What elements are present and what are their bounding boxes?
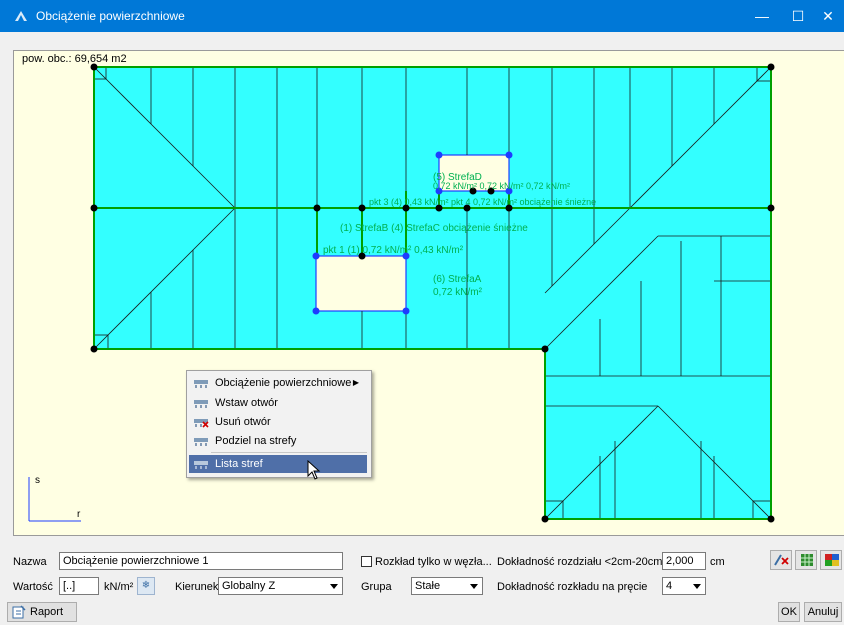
hole-lower	[315, 255, 407, 312]
group-label: Grupa	[361, 581, 392, 593]
zone-label: (6) StrefaA	[433, 274, 482, 285]
close-button[interactable]: ✕	[812, 0, 844, 32]
bar-accuracy-select[interactable]: 4	[662, 577, 706, 595]
zone-list-icon	[194, 461, 208, 469]
zone-label: pkt 3 (4) 0,43 kN/m² pkt 4 0,72 kN/m² ob…	[369, 197, 596, 207]
zone-label: 0,72 kN/m² 0,72 kN/m² 0,72 kN/m²	[433, 181, 570, 191]
group-value: Stałe	[415, 580, 441, 592]
zone-label: 0,72 kN/m²	[433, 287, 483, 298]
menu-item-obciazenie[interactable]: Obciążenie powierzchniowe ▶	[189, 374, 367, 392]
direction-select[interactable]: Globalny Z	[218, 577, 343, 595]
delete-zone-icon	[774, 554, 789, 566]
name-input[interactable]: Obciążenie powierzchniowe 1	[59, 552, 343, 570]
menu-item-usun-otwor[interactable]: Usuń otwór	[189, 413, 367, 431]
window-title: Obciążenie powierzchniowe	[36, 9, 185, 23]
snowflake-button[interactable]: ❄	[137, 577, 155, 595]
mouse-cursor-icon	[307, 460, 321, 480]
chevron-down-icon	[693, 584, 701, 589]
ok-button[interactable]: OK	[778, 602, 800, 622]
context-menu: Obciążenie powierzchniowe ▶ Wstaw otwór …	[186, 370, 372, 478]
table-button[interactable]	[795, 550, 817, 570]
bar-accuracy-label: Dokładność rozkładu na pręcie	[497, 581, 648, 593]
load-icon	[194, 380, 208, 388]
accuracy-label: Dokładność rozdziału <2cm-20cm>	[497, 556, 669, 568]
snowflake-icon: ❄	[141, 580, 151, 591]
cancel-button[interactable]: Anuluj	[804, 602, 842, 622]
menu-item-podziel-na-strefy[interactable]: Podziel na strefy	[189, 432, 367, 450]
value-unit: kN/m²	[104, 581, 134, 593]
menu-item-lista-stref[interactable]: Lista stref	[189, 455, 367, 473]
delete-hole-icon	[194, 419, 209, 428]
title-bar: Obciążenie powierzchniowe — ☐ ✕	[0, 0, 844, 32]
axis-s-label: s	[35, 475, 40, 486]
chevron-down-icon	[330, 584, 338, 589]
nodes-only-checkbox[interactable]	[361, 556, 372, 567]
menu-separator	[211, 452, 367, 453]
value-label: Wartość	[13, 581, 53, 593]
report-icon	[12, 605, 26, 619]
bar-accuracy-value: 4	[666, 580, 673, 592]
colors-icon	[825, 554, 839, 566]
direction-value: Globalny Z	[222, 580, 276, 592]
load-area-drawing[interactable]: (5) StrefaD 0,72 kN/m² 0,72 kN/m² 0,72 k…	[14, 51, 844, 535]
axis-r-label: r	[77, 509, 81, 520]
colors-button[interactable]	[820, 550, 842, 570]
delete-zone-button[interactable]	[770, 550, 792, 570]
nodes-only-label: Rozkład tylko w węzła...	[375, 556, 492, 568]
report-button[interactable]: Raport	[7, 602, 77, 622]
name-label: Nazwa	[13, 556, 47, 568]
table-icon	[801, 554, 813, 566]
chevron-down-icon	[470, 584, 478, 589]
group-select[interactable]: Stałe	[411, 577, 483, 595]
drawing-canvas[interactable]: pow. obc.: 69,654 m2 (5) StrefaD 0,72 kN…	[13, 50, 844, 536]
app-icon	[15, 11, 27, 21]
report-label: Raport	[30, 606, 64, 618]
direction-label: Kierunek	[175, 581, 219, 593]
zone-label: (1) StrefaB (4) StrefaC obciążenie śnież…	[340, 223, 528, 234]
insert-hole-icon	[194, 400, 208, 408]
submenu-arrow-icon: ▶	[352, 378, 359, 387]
menu-item-wstaw-otwor[interactable]: Wstaw otwór	[189, 394, 367, 412]
accuracy-unit: cm	[710, 556, 725, 568]
split-zones-icon	[194, 438, 208, 446]
value-input[interactable]: [..]	[59, 577, 99, 595]
zone-label: pkt 1 (1) 0,72 kN/m² 0,43 kN/m²	[323, 245, 464, 256]
accuracy-input[interactable]: 2,000	[662, 552, 706, 570]
